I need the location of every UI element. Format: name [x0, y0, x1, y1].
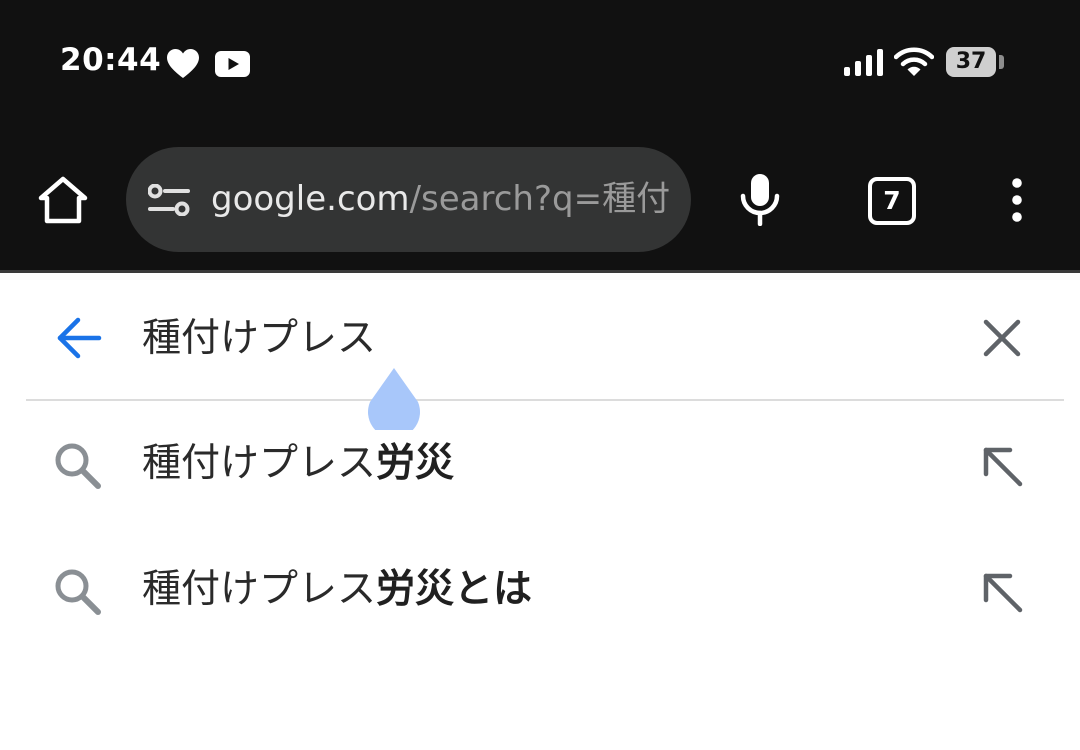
battery-icon: 37	[946, 47, 996, 77]
search-icon	[55, 569, 101, 615]
fill-query-arrow-icon[interactable]	[980, 570, 1026, 616]
status-time: 20:44	[60, 42, 162, 78]
heart-icon	[167, 49, 199, 78]
battery-level: 37	[955, 49, 987, 74]
tune-icon[interactable]	[148, 184, 190, 216]
suggestion-completion: 労災	[376, 441, 455, 486]
tab-count: 7	[883, 186, 901, 215]
browser-top-bar: 20:44 37 google.com/search?q=種付 7	[0, 0, 1080, 272]
close-icon[interactable]	[982, 318, 1022, 358]
signal-icon	[844, 49, 883, 76]
arrow-back-icon[interactable]	[56, 317, 102, 359]
wifi-icon	[894, 47, 934, 76]
fill-query-arrow-icon[interactable]	[980, 444, 1026, 490]
search-icon	[55, 443, 101, 489]
suggestion-completion: 労災とは	[376, 567, 533, 612]
url-path: /search?q=種付け	[409, 179, 671, 219]
suggestion-text: 種付けプレス労災とは	[142, 566, 532, 614]
search-underline	[26, 399, 1064, 401]
youtube-icon	[215, 51, 250, 77]
url-bar[interactable]: google.com/search?q=種付け	[126, 147, 691, 252]
suggestion-prefix: 種付けプレス	[142, 567, 377, 612]
suggestion-prefix: 種付けプレス	[142, 441, 377, 486]
search-input[interactable]: 種付けプレス	[142, 315, 376, 363]
tab-switcher-button[interactable]: 7	[868, 177, 916, 225]
suggestion-text: 種付けプレス労災	[142, 440, 454, 488]
url-host: google.com	[211, 179, 410, 219]
search-box[interactable]: 種付けプレス	[0, 273, 1080, 399]
home-icon[interactable]	[38, 176, 88, 224]
more-vert-icon[interactable]	[1008, 178, 1026, 222]
mic-icon[interactable]	[739, 172, 781, 226]
suggestion-item[interactable]: 種付けプレス労災とは	[0, 536, 1080, 646]
battery-nub	[999, 55, 1004, 69]
suggestion-item[interactable]: 種付けプレス労災	[0, 410, 1080, 520]
url-text[interactable]: google.com/search?q=種付け	[211, 178, 671, 220]
